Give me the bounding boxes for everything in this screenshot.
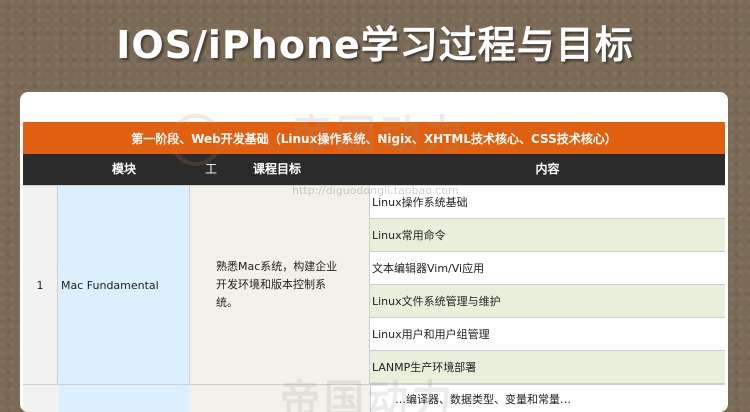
header-glyph: 工	[204, 162, 217, 176]
stage-banner: 第一阶段、Web开发基础（Linux操作系统、Nigix、XHTML技术核心、C…	[23, 122, 725, 154]
next-row-module	[58, 385, 191, 412]
header-goal: 课程目标	[253, 162, 302, 176]
content-item: 文本编辑器Vim/Vi应用	[370, 252, 725, 285]
module-name: Mac Fundamental	[58, 186, 190, 384]
page-title: IOS/iPhone学习过程与目标	[116, 23, 634, 67]
course-table: 1 Mac Fundamental 熟悉Mac系统，构建企业开发环境和版本控制系…	[23, 185, 725, 412]
next-table-row: …编译器、数据类型、变量和常量…	[23, 384, 725, 412]
header-content: 内容	[535, 162, 560, 176]
row-number: 1	[23, 186, 58, 384]
course-goal: 熟悉Mac系统，构建企业开发环境和版本控制系统。	[190, 186, 370, 384]
curriculum-card: 第一阶段、Web开发基础（Linux操作系统、Nigix、XHTML技术核心、C…	[20, 92, 728, 412]
next-row-number	[23, 385, 59, 412]
content-item: Linux用户和用户组管理	[370, 318, 725, 351]
table-header: 模块 工 课程目标 内容	[23, 154, 725, 185]
next-row-goal	[190, 385, 371, 412]
header-module: 模块	[111, 162, 136, 176]
content-item: Linux操作系统基础	[370, 186, 725, 219]
content-item: LANMP生产环境部署	[370, 351, 725, 384]
next-row-content: …编译器、数据类型、变量和常量…	[395, 393, 571, 406]
content-item: Linux常用命令	[370, 219, 725, 252]
content-item: Linux文件系统管理与维护	[370, 285, 725, 318]
